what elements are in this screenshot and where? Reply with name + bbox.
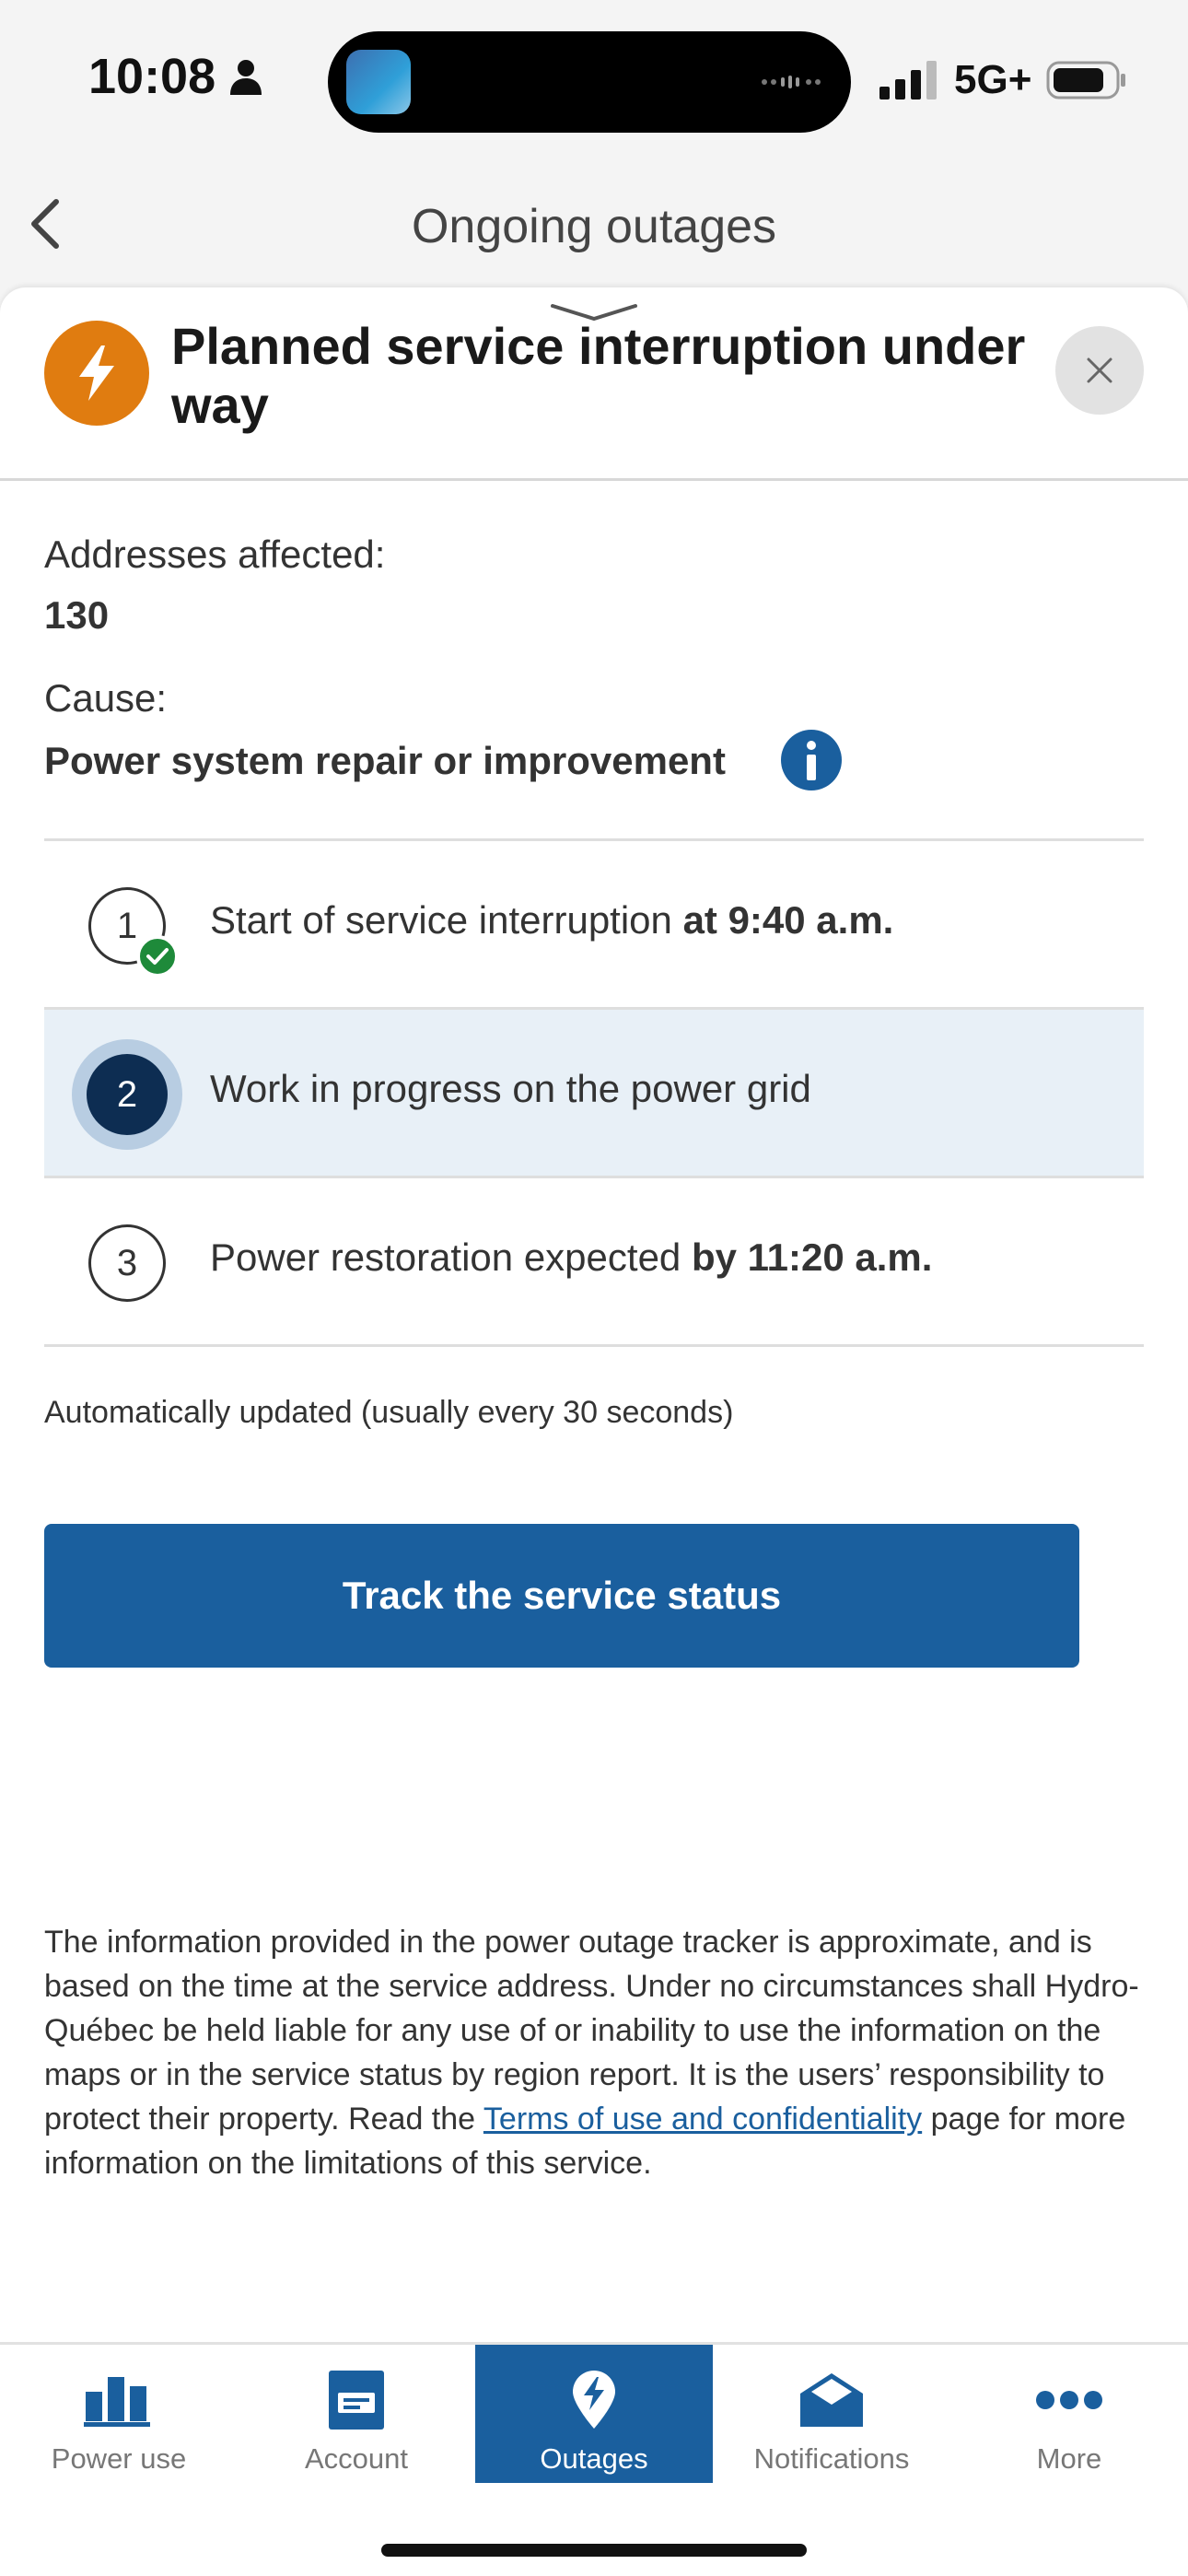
network-type: 5G+ xyxy=(954,57,1032,102)
tab-bar: Power use Account Outages Notifications … xyxy=(0,2342,1188,2576)
step-text: Start of service interruption at 9:40 a.… xyxy=(210,898,893,943)
outage-progress-steps: 1 Start of service interruption at 9:40 … xyxy=(44,838,1144,1347)
tab-label: Power use xyxy=(51,2442,187,2475)
cellular-signal-icon xyxy=(879,61,937,100)
step-text-bold: at 9:40 a.m. xyxy=(682,898,894,942)
more-dots-icon xyxy=(1036,2391,1102,2409)
tab-label: Outages xyxy=(540,2442,648,2475)
tab-label: Notifications xyxy=(753,2442,910,2475)
status-time-group: 10:08 xyxy=(88,48,263,105)
cause-value: Power system repair or improvement xyxy=(44,739,726,782)
outage-type-badge xyxy=(44,321,149,426)
step-number: 2 xyxy=(72,1039,182,1150)
disclaimer: The information provided in the power ou… xyxy=(44,1920,1149,2185)
screen: 10:08 5G+ Ongoing outages Planned servic… xyxy=(0,0,1188,2576)
step-text-bold: by 11:20 a.m. xyxy=(691,1235,933,1279)
step-text: Work in progress on the power grid xyxy=(210,1067,811,1111)
tab-outages[interactable]: Outages xyxy=(475,2345,713,2483)
status-bar: 10:08 5G+ xyxy=(0,0,1188,166)
tab-power-use[interactable]: Power use xyxy=(0,2345,238,2483)
step-restoration: 3 Power restoration expected by 11:20 a.… xyxy=(44,1178,1144,1347)
battery-icon xyxy=(1046,61,1125,100)
person-icon xyxy=(230,60,262,95)
step-text-regular: Power restoration expected xyxy=(210,1235,692,1279)
terms-link[interactable]: Terms of use and confidentiality xyxy=(483,2102,922,2137)
step-number: 3 xyxy=(88,1224,166,1302)
info-icon xyxy=(807,741,816,780)
sheet-header: Planned service interruption under way xyxy=(0,287,1188,481)
lightning-bolt-icon xyxy=(79,345,114,401)
step-work-in-progress: 2 Work in progress on the power grid xyxy=(44,1010,1144,1178)
outage-bolt-icon xyxy=(573,2371,615,2429)
page-title: Ongoing outages xyxy=(411,200,777,253)
outage-detail-sheet: Planned service interruption under way A… xyxy=(0,287,1188,2342)
tab-more[interactable]: More xyxy=(950,2345,1188,2483)
home-indicator[interactable] xyxy=(381,2544,807,2557)
status-time: 10:08 xyxy=(88,49,216,104)
close-icon xyxy=(1087,357,1112,383)
addresses-value: 130 xyxy=(44,593,110,637)
step-start: 1 Start of service interruption at 9:40 … xyxy=(44,841,1144,1010)
check-icon xyxy=(136,935,179,978)
audio-wave-icon xyxy=(762,76,821,88)
dynamic-island xyxy=(328,31,851,133)
outage-title: Planned service interruption under way xyxy=(171,317,1026,434)
auto-update-note: Automatically updated (usually every 30 … xyxy=(44,1395,734,1430)
tab-label: More xyxy=(1036,2442,1102,2475)
step-text-regular: Start of service interruption xyxy=(210,898,683,942)
close-button[interactable] xyxy=(1055,326,1144,415)
step-text: Power restoration expected by 11:20 a.m. xyxy=(210,1235,932,1280)
account-icon xyxy=(329,2371,384,2430)
cause-label: Cause: xyxy=(44,676,168,720)
tab-notifications[interactable]: Notifications xyxy=(713,2345,950,2483)
bar-chart-icon xyxy=(84,2377,150,2427)
navigation-bar: Ongoing outages xyxy=(0,166,1188,286)
tab-account[interactable]: Account xyxy=(238,2345,475,2483)
envelope-icon xyxy=(800,2373,863,2427)
tab-label: Account xyxy=(304,2442,408,2475)
cause-info-button[interactable] xyxy=(781,730,842,790)
app-activity-icon xyxy=(346,50,411,114)
step-text-regular: Work in progress on the power grid xyxy=(210,1067,811,1110)
addresses-label: Addresses affected: xyxy=(44,533,386,576)
track-service-status-button[interactable]: Track the service status xyxy=(44,1524,1079,1668)
